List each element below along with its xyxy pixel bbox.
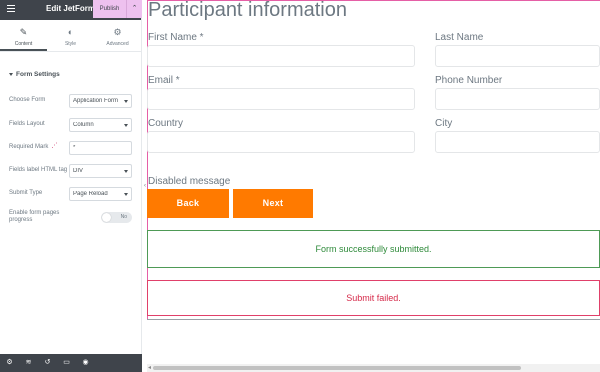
city-input[interactable] bbox=[435, 131, 600, 153]
settings-icon[interactable]: ⚙ bbox=[0, 354, 19, 372]
tab-advanced[interactable]: ⚙ Advanced bbox=[94, 20, 141, 51]
tab-content[interactable]: ✎ Content bbox=[0, 20, 47, 51]
form-progress-label: Enable form pages progress bbox=[9, 210, 60, 223]
email-input[interactable] bbox=[147, 88, 415, 110]
fields-layout-value: Column bbox=[73, 122, 94, 128]
phone-input[interactable] bbox=[435, 88, 600, 110]
label-tag-value: DIV bbox=[73, 168, 84, 174]
first-name-input[interactable] bbox=[147, 45, 415, 67]
required-mark-input[interactable]: * bbox=[69, 141, 132, 155]
label-tag-label: Fields label HTML tag bbox=[9, 167, 68, 173]
label-tag-select[interactable]: DIV bbox=[69, 164, 132, 178]
email-label: Email * bbox=[148, 75, 180, 86]
history-icon[interactable]: ↺ bbox=[38, 354, 57, 372]
error-message: Submit failed. bbox=[147, 280, 600, 316]
tab-style-label: Style bbox=[64, 41, 77, 47]
fields-layout-label: Fields Layout bbox=[9, 121, 45, 127]
chevron-down-icon bbox=[124, 193, 128, 196]
city-label: City bbox=[435, 118, 453, 129]
form-progress-row: Enable form pages progress No bbox=[9, 210, 132, 224]
form-progress-toggle[interactable]: No bbox=[101, 212, 132, 223]
responsive-mode-icon[interactable]: ▭ bbox=[57, 354, 76, 372]
choose-form-value: Application Form bbox=[73, 98, 119, 104]
editor-panel: Edit JetForm ✎ Content ◐ Style ⚙ Advance… bbox=[0, 0, 142, 372]
section-form-settings[interactable]: Form Settings bbox=[9, 71, 60, 78]
widget-outline-bottom bbox=[147, 319, 600, 320]
preview-eye-icon[interactable]: ◉ bbox=[76, 354, 95, 372]
tab-content-label: Content bbox=[14, 41, 33, 47]
publish-button[interactable]: Publish bbox=[93, 0, 126, 18]
panel-footer: ⚙ ≋ ↺ ▭ ◉ bbox=[0, 354, 142, 372]
disabled-message: Disabled message bbox=[148, 176, 231, 187]
chevron-down-icon bbox=[124, 170, 128, 173]
tab-advanced-label: Advanced bbox=[106, 41, 129, 47]
choose-form-row: Choose Form Application Form bbox=[9, 94, 132, 108]
phone-label: Phone Number bbox=[435, 75, 503, 86]
half-circle-icon: ◐ bbox=[67, 27, 74, 37]
next-button[interactable]: Next bbox=[233, 189, 313, 218]
dynamic-tags-icon[interactable]: ⋰ bbox=[51, 143, 57, 149]
tab-style[interactable]: ◐ Style bbox=[47, 20, 94, 51]
submit-type-label: Submit Type bbox=[9, 190, 43, 196]
required-mark-label: Required Mark ⋰ bbox=[9, 143, 57, 151]
success-message: Form successfully submitted. bbox=[147, 230, 600, 268]
last-name-input[interactable] bbox=[435, 45, 600, 67]
last-name-label: Last Name bbox=[435, 32, 484, 43]
chevron-down-icon bbox=[124, 124, 128, 127]
back-button[interactable]: Back bbox=[147, 189, 229, 218]
submit-type-value: Page Reload bbox=[73, 191, 108, 197]
submit-type-select[interactable]: Page Reload bbox=[69, 187, 132, 201]
caret-down-icon bbox=[9, 72, 13, 76]
choose-form-select[interactable]: Application Form bbox=[69, 94, 132, 108]
required-mark-row: Required Mark ⋰ * bbox=[9, 141, 132, 155]
navigator-layers-icon[interactable]: ≋ bbox=[19, 354, 38, 372]
submit-type-row: Submit Type Page Reload bbox=[9, 187, 132, 201]
chevron-down-icon bbox=[124, 100, 128, 103]
publish-options-chevron-up-icon[interactable]: ⌃ bbox=[126, 0, 142, 18]
gear-icon: ⚙ bbox=[113, 27, 122, 37]
section-title-label: Form Settings bbox=[16, 71, 60, 78]
required-mark-value: * bbox=[73, 145, 76, 151]
pencil-icon: ✎ bbox=[19, 27, 28, 37]
horizontal-scrollbar[interactable]: ◂ bbox=[147, 364, 600, 372]
label-tag-row: Fields label HTML tag DIV bbox=[9, 164, 132, 178]
scrollbar-thumb[interactable] bbox=[153, 366, 521, 370]
toggle-knob bbox=[102, 213, 111, 222]
form-title: Participant information bbox=[148, 0, 347, 21]
fields-layout-select[interactable]: Column bbox=[69, 118, 132, 132]
first-name-label: First Name * bbox=[148, 32, 204, 43]
scroll-left-arrow-icon[interactable]: ◂ bbox=[148, 364, 151, 372]
toggle-text: No bbox=[120, 214, 127, 220]
country-input[interactable] bbox=[147, 131, 415, 153]
required-mark-label-text: Required Mark bbox=[9, 144, 49, 151]
country-label: Country bbox=[148, 118, 184, 129]
panel-tabs: ✎ Content ◐ Style ⚙ Advanced bbox=[0, 20, 141, 52]
fields-layout-row: Fields Layout Column bbox=[9, 118, 132, 132]
choose-form-label: Choose Form bbox=[9, 97, 46, 103]
